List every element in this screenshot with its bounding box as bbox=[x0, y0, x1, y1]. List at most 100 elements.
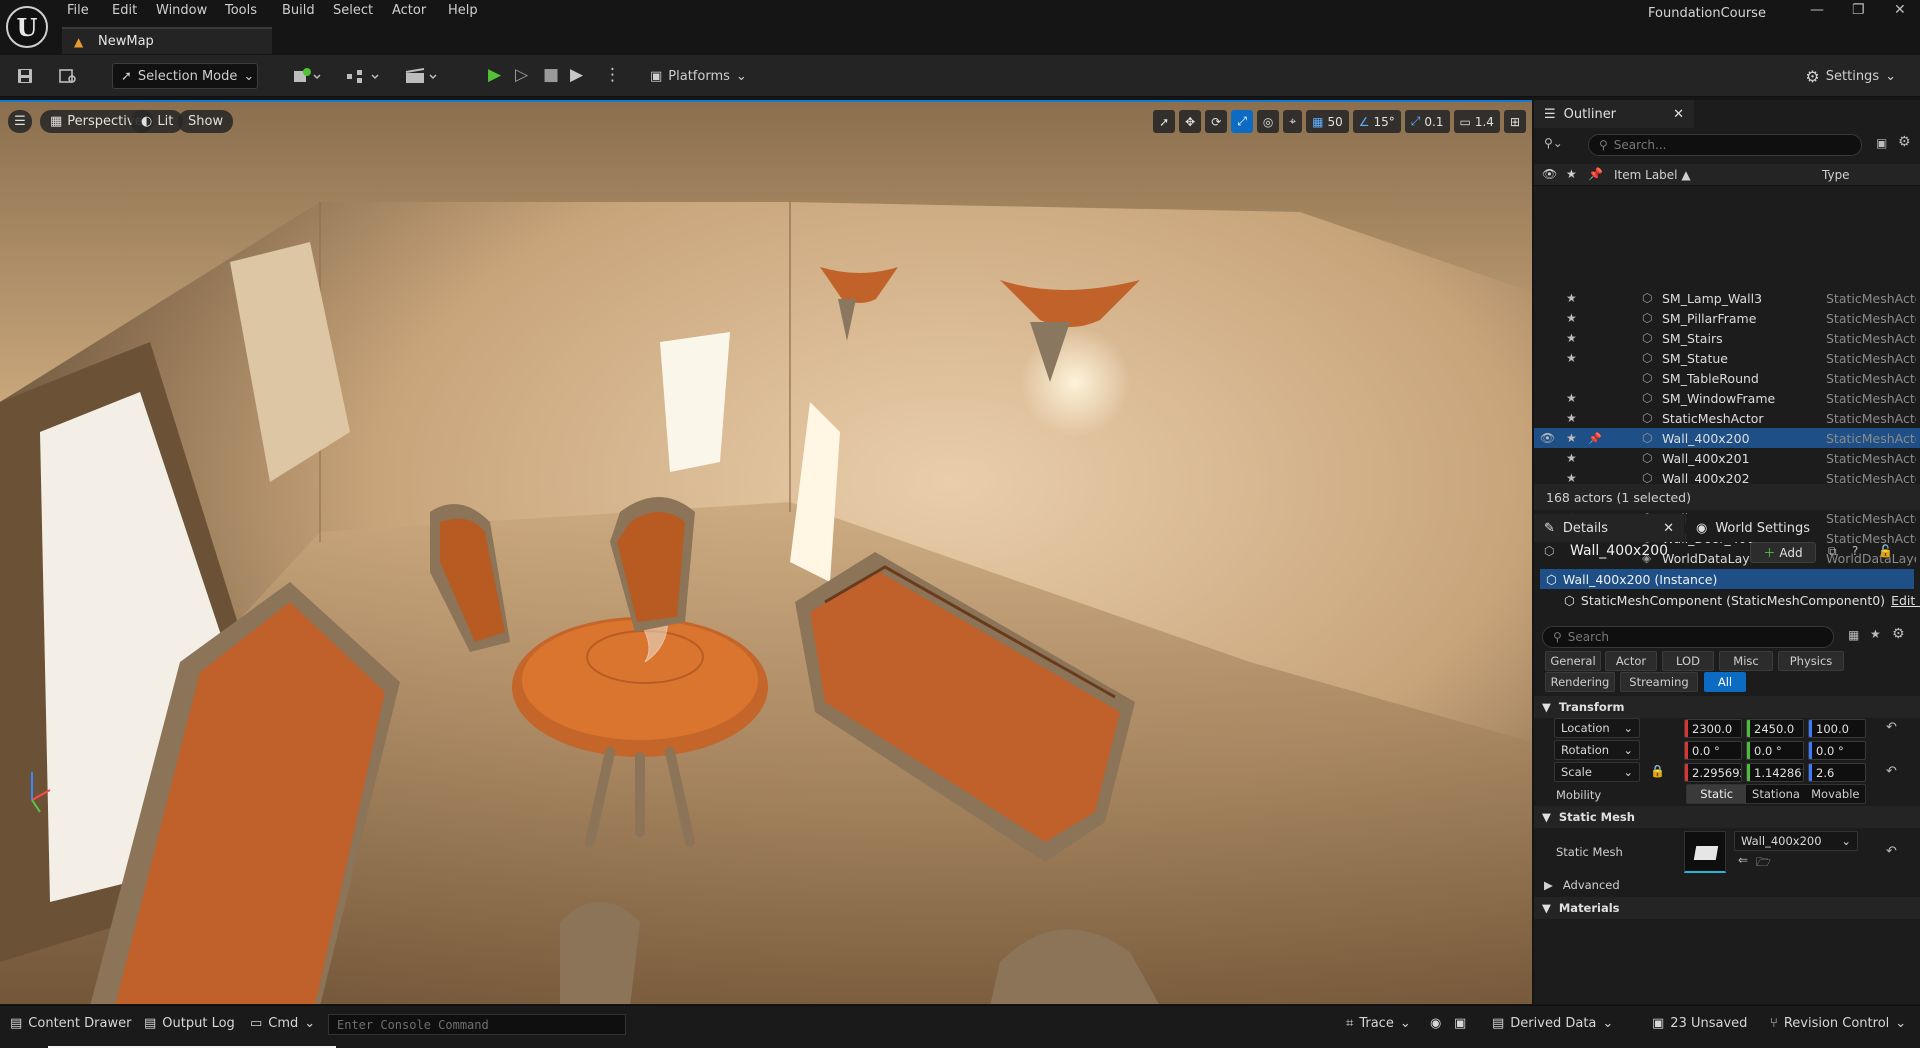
settings-dropdown[interactable]: ⚙ Settings ⌄ bbox=[1805, 63, 1896, 89]
screenshot-icon[interactable]: ▣ bbox=[1454, 1016, 1466, 1031]
details-tab[interactable]: ✎ Details ✕ bbox=[1534, 514, 1684, 542]
favorite-star-icon[interactable]: ★ bbox=[1566, 471, 1577, 485]
edit-link[interactable]: Edit i bbox=[1891, 593, 1920, 608]
instance-component-row[interactable]: ⬡ Wall_400x200 (Instance) bbox=[1540, 569, 1914, 589]
filter-all[interactable]: All bbox=[1704, 672, 1746, 692]
filter-general[interactable]: General bbox=[1545, 651, 1601, 671]
browse-icon[interactable] bbox=[58, 63, 78, 89]
world-settings-tab[interactable]: ◉ World Settings bbox=[1686, 514, 1826, 542]
item-label-column-header[interactable]: Item Label ▲ bbox=[1614, 168, 1691, 182]
scale-z-field[interactable]: 2.6 bbox=[1808, 763, 1866, 782]
level-viewport[interactable]: ☰ ▦ Perspective ◐ Lit Show ➚ ✥ ⟳ ⤢ ◎ ⌖ ▦… bbox=[0, 100, 1532, 1004]
lit-button[interactable]: ◐ Lit bbox=[131, 110, 184, 133]
scale-mode-dropdown[interactable]: Scale ⌄ bbox=[1554, 762, 1640, 782]
table-view-icon[interactable]: ▦ bbox=[1848, 628, 1859, 642]
blueprint-icon[interactable] bbox=[346, 63, 380, 89]
static-mesh-section-header[interactable]: ▼ Static Mesh bbox=[1534, 806, 1920, 828]
menu-tools[interactable]: Tools bbox=[225, 3, 257, 18]
reset-location-icon[interactable]: ↶ bbox=[1886, 720, 1897, 735]
favorite-column-icon[interactable]: ★ bbox=[1566, 167, 1577, 181]
platforms-dropdown[interactable]: ▣ Platforms ⌄ bbox=[650, 63, 747, 89]
cmd-dropdown[interactable]: ▭ Cmd ⌄ bbox=[250, 1016, 315, 1031]
level-tab[interactable]: ▲ NewMap bbox=[62, 27, 272, 54]
browse-asset-icon[interactable]: 🗁 bbox=[1756, 853, 1771, 874]
scene-render[interactable] bbox=[0, 102, 1532, 1004]
scale-tool[interactable]: ⤢ bbox=[1231, 110, 1253, 133]
camera-speed-button[interactable]: ▭ 1.4 bbox=[1453, 110, 1500, 133]
visibility-icon[interactable]: 👁 bbox=[1540, 431, 1555, 445]
filter-icon[interactable]: ⚲⌄ bbox=[1544, 136, 1563, 150]
scale-snap-toggle[interactable]: ⤢ 0.1 bbox=[1404, 110, 1450, 133]
add-folder-icon[interactable]: ▣ bbox=[1876, 136, 1887, 150]
menu-edit[interactable]: Edit bbox=[112, 3, 137, 18]
translate-tool[interactable]: ✥ bbox=[1179, 110, 1202, 133]
scale-x-field[interactable]: 2.295692 bbox=[1684, 763, 1742, 782]
location-y-field[interactable]: 2450.0 bbox=[1746, 719, 1804, 738]
reset-scale-icon[interactable]: ↶ bbox=[1886, 764, 1897, 779]
favorite-star-icon[interactable]: ★ bbox=[1566, 331, 1577, 345]
transform-section-header[interactable]: ▼ Transform bbox=[1534, 696, 1920, 718]
outliner-row[interactable]: ⬡ SM_TableRound StaticMeshActor bbox=[1534, 368, 1920, 388]
filter-streaming[interactable]: Streaming bbox=[1620, 672, 1698, 692]
outliner-row[interactable]: ★ ⬡ SM_PillarFrame StaticMeshActor bbox=[1534, 308, 1920, 328]
location-x-field[interactable]: 2300.0 bbox=[1684, 719, 1742, 738]
static-mesh-component-row[interactable]: ⬡ StaticMeshComponent (StaticMeshCompone… bbox=[1564, 590, 1920, 610]
blueprint-icon[interactable]: ⧉ bbox=[1828, 544, 1837, 559]
filter-misc[interactable]: Misc bbox=[1719, 651, 1773, 671]
rotation-y-field[interactable]: 0.0 ° bbox=[1746, 741, 1804, 760]
grid-snap-toggle[interactable]: ▦ 50 bbox=[1306, 110, 1349, 133]
favorite-star-icon[interactable]: ★ bbox=[1566, 311, 1577, 325]
menu-window[interactable]: Window bbox=[156, 3, 207, 18]
select-tool[interactable]: ➚ bbox=[1153, 110, 1176, 133]
stop-icon[interactable]: ■ bbox=[543, 65, 559, 85]
minimize-icon[interactable]: — bbox=[1810, 2, 1824, 18]
rotation-z-field[interactable]: 0.0 ° bbox=[1808, 741, 1866, 760]
favorite-star-icon[interactable]: ★ bbox=[1566, 291, 1577, 305]
content-drawer-button[interactable]: ▤ Content Drawer bbox=[10, 1016, 131, 1031]
menu-file[interactable]: File bbox=[67, 3, 89, 18]
star-filter-icon[interactable]: ★ bbox=[1870, 627, 1881, 641]
world-local-toggle[interactable]: ◎ bbox=[1256, 110, 1280, 133]
play-icon[interactable]: ▶ bbox=[488, 65, 501, 85]
pin-column-icon[interactable]: 📌 bbox=[1588, 167, 1603, 181]
pin-icon[interactable]: 📌 bbox=[1588, 432, 1602, 445]
selection-mode-dropdown[interactable]: ➚ Selection Mode ⌄ bbox=[112, 63, 258, 89]
outliner-row[interactable]: ★ ⬡ SM_Statue StaticMeshActor bbox=[1534, 348, 1920, 368]
outliner-tab[interactable]: ☰ Outliner ✕ bbox=[1534, 100, 1694, 128]
mobility-stationary[interactable]: Stationa bbox=[1746, 785, 1805, 803]
outliner-row[interactable]: ★ ⬡ SM_Lamp_Wall3 StaticMeshActor bbox=[1534, 288, 1920, 308]
viewport-layout-button[interactable]: ⊞ bbox=[1503, 110, 1526, 133]
location-mode-dropdown[interactable]: Location ⌄ bbox=[1554, 718, 1640, 738]
outliner-row[interactable]: ★ ⬡ Wall_400x201 StaticMeshActor bbox=[1534, 448, 1920, 468]
surface-snap-toggle[interactable]: ⌖ bbox=[1283, 110, 1303, 133]
advanced-row[interactable]: ▶ Advanced bbox=[1534, 875, 1920, 895]
outliner-row[interactable]: ★ ⬡ SM_WindowFrame StaticMeshActor bbox=[1534, 388, 1920, 408]
menu-build[interactable]: Build bbox=[282, 3, 315, 18]
static-mesh-thumbnail[interactable] bbox=[1684, 831, 1726, 873]
visibility-column-icon[interactable]: 👁 bbox=[1542, 167, 1557, 181]
filter-physics[interactable]: Physics bbox=[1778, 651, 1844, 671]
favorite-star-icon[interactable]: ★ bbox=[1566, 391, 1577, 405]
viewport-menu-button[interactable]: ☰ bbox=[8, 110, 32, 133]
lock-icon[interactable]: 🔓 bbox=[1878, 544, 1893, 558]
location-z-field[interactable]: 100.0 bbox=[1808, 719, 1866, 738]
more-options-icon[interactable]: ⋮ bbox=[604, 65, 621, 85]
static-mesh-asset-dropdown[interactable]: Wall_400x200 ⌄ bbox=[1734, 831, 1858, 851]
rotation-mode-dropdown[interactable]: Rotation ⌄ bbox=[1554, 740, 1640, 760]
scale-y-field[interactable]: 1.142861 bbox=[1746, 763, 1804, 782]
derived-data-dropdown[interactable]: ▤ Derived Data ⌄ bbox=[1492, 1016, 1613, 1031]
rotation-snap-toggle[interactable]: ∠ 15° bbox=[1352, 110, 1401, 133]
favorite-star-icon[interactable]: ★ bbox=[1566, 411, 1577, 425]
console-command-input[interactable]: Enter Console Command bbox=[328, 1014, 626, 1035]
actor-name-field[interactable]: Wall_400x200 bbox=[1570, 543, 1668, 559]
cinematics-icon[interactable] bbox=[404, 63, 438, 89]
favorite-star-icon[interactable]: ★ bbox=[1566, 351, 1577, 365]
rotation-x-field[interactable]: 0.0 ° bbox=[1684, 741, 1742, 760]
close-icon[interactable]: ✕ bbox=[1663, 521, 1674, 536]
outliner-row[interactable]: 👁 📌 ★ ⬡ Wall_400x200 StaticMeshActor bbox=[1534, 428, 1920, 448]
rotate-tool[interactable]: ⟳ bbox=[1205, 110, 1228, 133]
favorite-star-icon[interactable]: ★ bbox=[1566, 431, 1577, 445]
reset-static-mesh-icon[interactable]: ↶ bbox=[1886, 844, 1897, 859]
mobility-movable[interactable]: Movable bbox=[1806, 785, 1865, 803]
mobility-static[interactable]: Static bbox=[1687, 785, 1747, 803]
